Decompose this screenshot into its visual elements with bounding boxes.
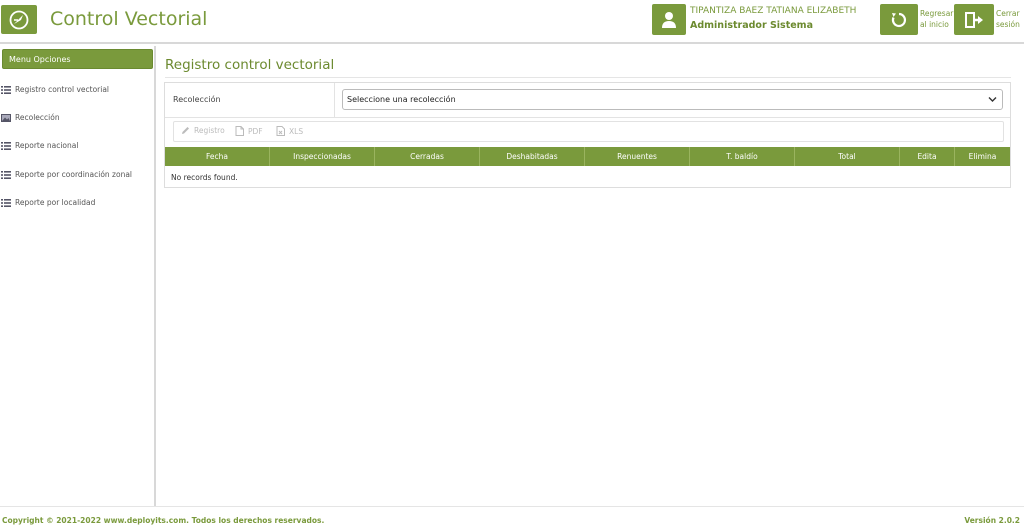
sidebar-item-label: Reporte por coordinación zonal <box>15 170 133 179</box>
sidebar: Menu Opciones Registro control vectorial… <box>0 46 156 506</box>
col-inspeccionadas[interactable]: Inspeccionadas <box>270 147 375 166</box>
recoleccion-label: Recolección <box>173 95 221 104</box>
footer: Copyright © 2021-2022 www.deployits.com.… <box>0 506 1024 528</box>
page-title: Registro control vectorial <box>165 57 335 73</box>
copyright: Copyright © 2021-2022 www.deployits.com.… <box>2 516 325 525</box>
xls-button[interactable]: XLS <box>276 126 303 136</box>
sidebar-item-reporte-zonal[interactable]: Reporte por coordinación zonal <box>0 168 154 184</box>
xls-label: XLS <box>289 126 304 136</box>
col-deshabitadas[interactable]: Deshabitadas <box>480 147 585 166</box>
registro-label: Registro <box>194 126 225 135</box>
content-panel: Recolección Seleccione una recolección R… <box>164 82 1011 188</box>
user-role: Administrador Sistema <box>690 20 813 31</box>
table-header: Fecha Inspeccionadas Cerradas Deshabitad… <box>165 147 1010 166</box>
sidebar-item-registro[interactable]: Registro control vectorial <box>0 83 154 99</box>
toolbar: Registro PDF XLS <box>173 121 1004 142</box>
select-value: Seleccione una recolección <box>347 95 456 104</box>
sidebar-item-reporte-nacional[interactable]: Reporte nacional <box>0 139 154 155</box>
document-icon <box>235 126 244 136</box>
menu-header[interactable]: Menu Opciones <box>2 49 153 69</box>
col-fecha[interactable]: Fecha <box>165 147 270 166</box>
col-elimina[interactable]: Elimina <box>955 147 1010 166</box>
user-avatar[interactable] <box>652 4 686 35</box>
sidebar-item-label: Reporte por localidad <box>15 198 96 207</box>
version: Versión 2.0.2 <box>964 516 1020 525</box>
list-icon <box>1 171 11 179</box>
sidebar-item-label: Reporte nacional <box>15 141 79 150</box>
col-baldio[interactable]: T. baldío <box>690 147 795 166</box>
pdf-button[interactable]: PDF <box>235 126 263 136</box>
chevron-down-icon <box>988 97 997 102</box>
row-divider <box>334 83 335 118</box>
pdf-label: PDF <box>248 126 263 136</box>
list-icon <box>1 199 11 207</box>
user-icon <box>662 11 676 28</box>
sidebar-item-label: Registro control vectorial <box>15 85 110 94</box>
image-icon <box>1 114 11 122</box>
sidebar-item-recoleccion[interactable]: Recolección <box>0 111 154 127</box>
col-total[interactable]: Total <box>795 147 900 166</box>
title-divider <box>165 77 1011 78</box>
logout-button[interactable] <box>954 4 994 35</box>
app-header: Control Vectorial TIPANTIZA BAEZ TATIANA… <box>0 0 1024 44</box>
recoleccion-select[interactable]: Seleccione una recolección <box>342 89 1003 110</box>
registro-button[interactable]: Registro <box>181 126 225 135</box>
app-title: Control Vectorial <box>50 8 208 30</box>
pencil-icon <box>182 127 189 134</box>
refresh-icon <box>891 12 907 27</box>
logout-icon <box>965 11 983 28</box>
sidebar-item-label: Recolección <box>15 113 60 122</box>
sidebar-item-reporte-localidad[interactable]: Reporte por localidad <box>0 196 154 212</box>
col-edita[interactable]: Edita <box>900 147 955 166</box>
list-icon <box>1 142 11 150</box>
user-name: TIPANTIZA BAEZ TATIANA ELIZABETH <box>690 6 857 16</box>
col-cerradas[interactable]: Cerradas <box>375 147 480 166</box>
home-label[interactable]: Regresar al inicio <box>920 8 954 30</box>
app-logo[interactable] <box>1 5 37 34</box>
col-renuentes[interactable]: Renuentes <box>585 147 690 166</box>
home-button[interactable] <box>880 4 918 35</box>
compass-icon <box>9 10 29 29</box>
logout-label[interactable]: Cerrar sesión <box>996 8 1024 30</box>
empty-message: No records found. <box>171 173 238 182</box>
spreadsheet-icon <box>276 126 285 136</box>
recoleccion-row: Recolección Seleccione una recolección <box>165 83 1010 118</box>
list-icon <box>1 86 11 94</box>
